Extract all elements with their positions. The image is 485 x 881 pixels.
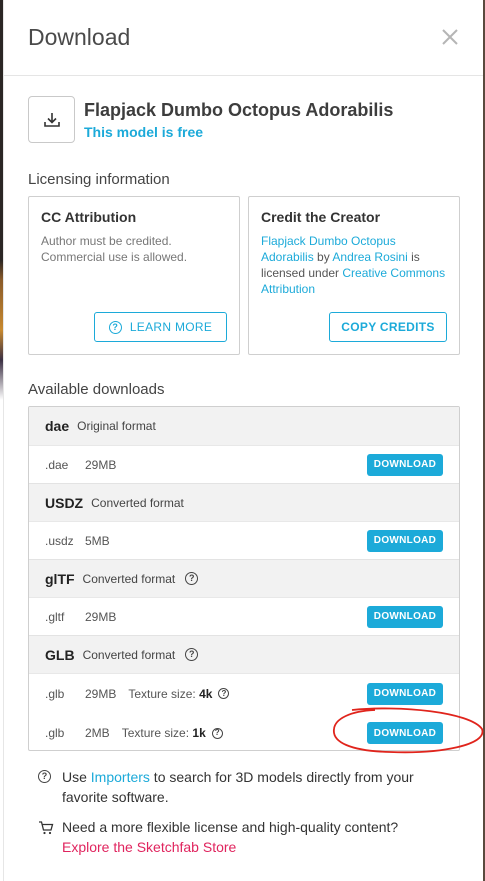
cc-title: CC Attribution xyxy=(41,209,137,225)
copy-credits-button[interactable]: COPY CREDITS xyxy=(329,312,447,342)
download-button-glb-1k[interactable]: DOWNLOAD xyxy=(367,722,443,744)
file-ext: .dae xyxy=(45,457,69,472)
help-icon[interactable]: ? xyxy=(185,648,199,661)
cart-icon xyxy=(38,820,54,840)
close-icon[interactable] xyxy=(439,26,461,48)
credit-creator-card: Credit the Creator Flapjack Dumbo Octopu… xyxy=(248,196,460,355)
store-link[interactable]: Explore the Sketchfab Store xyxy=(62,839,236,855)
format-desc: Original format xyxy=(77,419,156,433)
credit-title: Credit the Creator xyxy=(261,209,381,225)
download-modal: Download Flapjack Dumbo Octopus Adorabil… xyxy=(3,0,483,881)
download-row-usdz: .usdz 5MB DOWNLOAD xyxy=(29,521,459,559)
learn-more-button[interactable]: ? LEARN MORE xyxy=(94,312,227,342)
importers-note: ? Use Importers to search for 3D models … xyxy=(38,767,458,807)
file-size: 5MB xyxy=(85,533,110,548)
texture-value: 4k xyxy=(199,686,213,701)
file-ext: .glb xyxy=(45,726,65,740)
licensing-title: Licensing information xyxy=(28,171,170,188)
file-ext: .usdz xyxy=(45,533,74,548)
format-desc: Converted format xyxy=(82,647,176,662)
file-size: 29MB xyxy=(85,609,117,624)
help-icon[interactable]: ? xyxy=(218,688,230,699)
store-note: Need a more flexible license and high-qu… xyxy=(38,817,458,857)
texture-value: 1k xyxy=(192,726,206,740)
format-desc: Converted format xyxy=(91,495,184,510)
file-size: 2MB xyxy=(85,726,110,740)
format-header-glb: GLB Converted format ? xyxy=(29,635,459,673)
texture-label: Texture size: xyxy=(128,686,196,701)
model-info: Flapjack Dumbo Octopus Adorabilis This m… xyxy=(28,96,468,144)
format-name: GLB xyxy=(45,646,75,663)
credit-by: by xyxy=(313,250,333,264)
download-button-gltf[interactable]: DOWNLOAD xyxy=(367,605,443,628)
modal-header: Download xyxy=(4,0,483,76)
download-button-usdz[interactable]: DOWNLOAD xyxy=(367,529,443,552)
learn-more-label: LEARN MORE xyxy=(129,320,213,334)
file-size: 29MB xyxy=(85,457,117,472)
download-row-dae: .dae 29MB DOWNLOAD xyxy=(29,445,459,483)
modal-title: Download xyxy=(28,24,131,50)
model-name: Flapjack Dumbo Octopus Adorabilis xyxy=(84,100,394,120)
texture-label: Texture size: xyxy=(121,726,190,740)
download-row-glb-1k: .glb 2MB Texture size: 1k ? DOWNLOAD xyxy=(29,713,459,750)
credit-text: Flapjack Dumbo Octopus Adorabilis by And… xyxy=(261,233,447,297)
cc-line1: Author must be credited. xyxy=(41,234,172,248)
format-name: glTF xyxy=(45,570,75,587)
file-ext: .gltf xyxy=(45,609,65,624)
importers-link[interactable]: Importers xyxy=(91,769,150,785)
cc-attribution-card: CC Attribution Author must be credited. … xyxy=(28,196,240,355)
download-row-gltf: .gltf 29MB DOWNLOAD xyxy=(29,597,459,635)
file-size: 29MB xyxy=(85,686,117,701)
format-name: dae xyxy=(45,418,70,434)
model-free-label: This model is free xyxy=(84,124,204,140)
help-icon[interactable]: ? xyxy=(185,572,199,585)
question-icon: ? xyxy=(108,320,122,334)
help-icon[interactable]: ? xyxy=(211,727,223,739)
format-desc: Converted format xyxy=(82,571,176,586)
format-header-usdz: USDZ Converted format xyxy=(29,483,459,521)
help-icon: ? xyxy=(38,770,51,783)
download-icon xyxy=(28,96,75,143)
file-ext: .glb xyxy=(45,686,65,701)
format-header-dae: dae Original format xyxy=(29,407,459,445)
format-name: USDZ xyxy=(45,494,84,511)
texture-size: Texture size: 4k xyxy=(128,687,212,701)
format-header-gltf: glTF Converted format ? xyxy=(29,559,459,597)
author-link[interactable]: Andrea Rosini xyxy=(332,250,407,264)
downloads-title: Available downloads xyxy=(28,381,165,398)
download-button-glb-4k[interactable]: DOWNLOAD xyxy=(367,682,443,705)
importers-pre: Use xyxy=(62,769,91,785)
download-row-glb-4k: .glb 29MB Texture size: 4k ? DOWNLOAD xyxy=(29,673,459,713)
texture-size: Texture size: 1k xyxy=(122,726,206,740)
download-button-dae[interactable]: DOWNLOAD xyxy=(367,453,443,476)
cc-line2: Commercial use is allowed. xyxy=(41,250,188,264)
store-text: Need a more flexible license and high-qu… xyxy=(62,819,399,835)
downloads-list: dae Original format .dae 29MB DOWNLOAD U… xyxy=(28,406,460,751)
